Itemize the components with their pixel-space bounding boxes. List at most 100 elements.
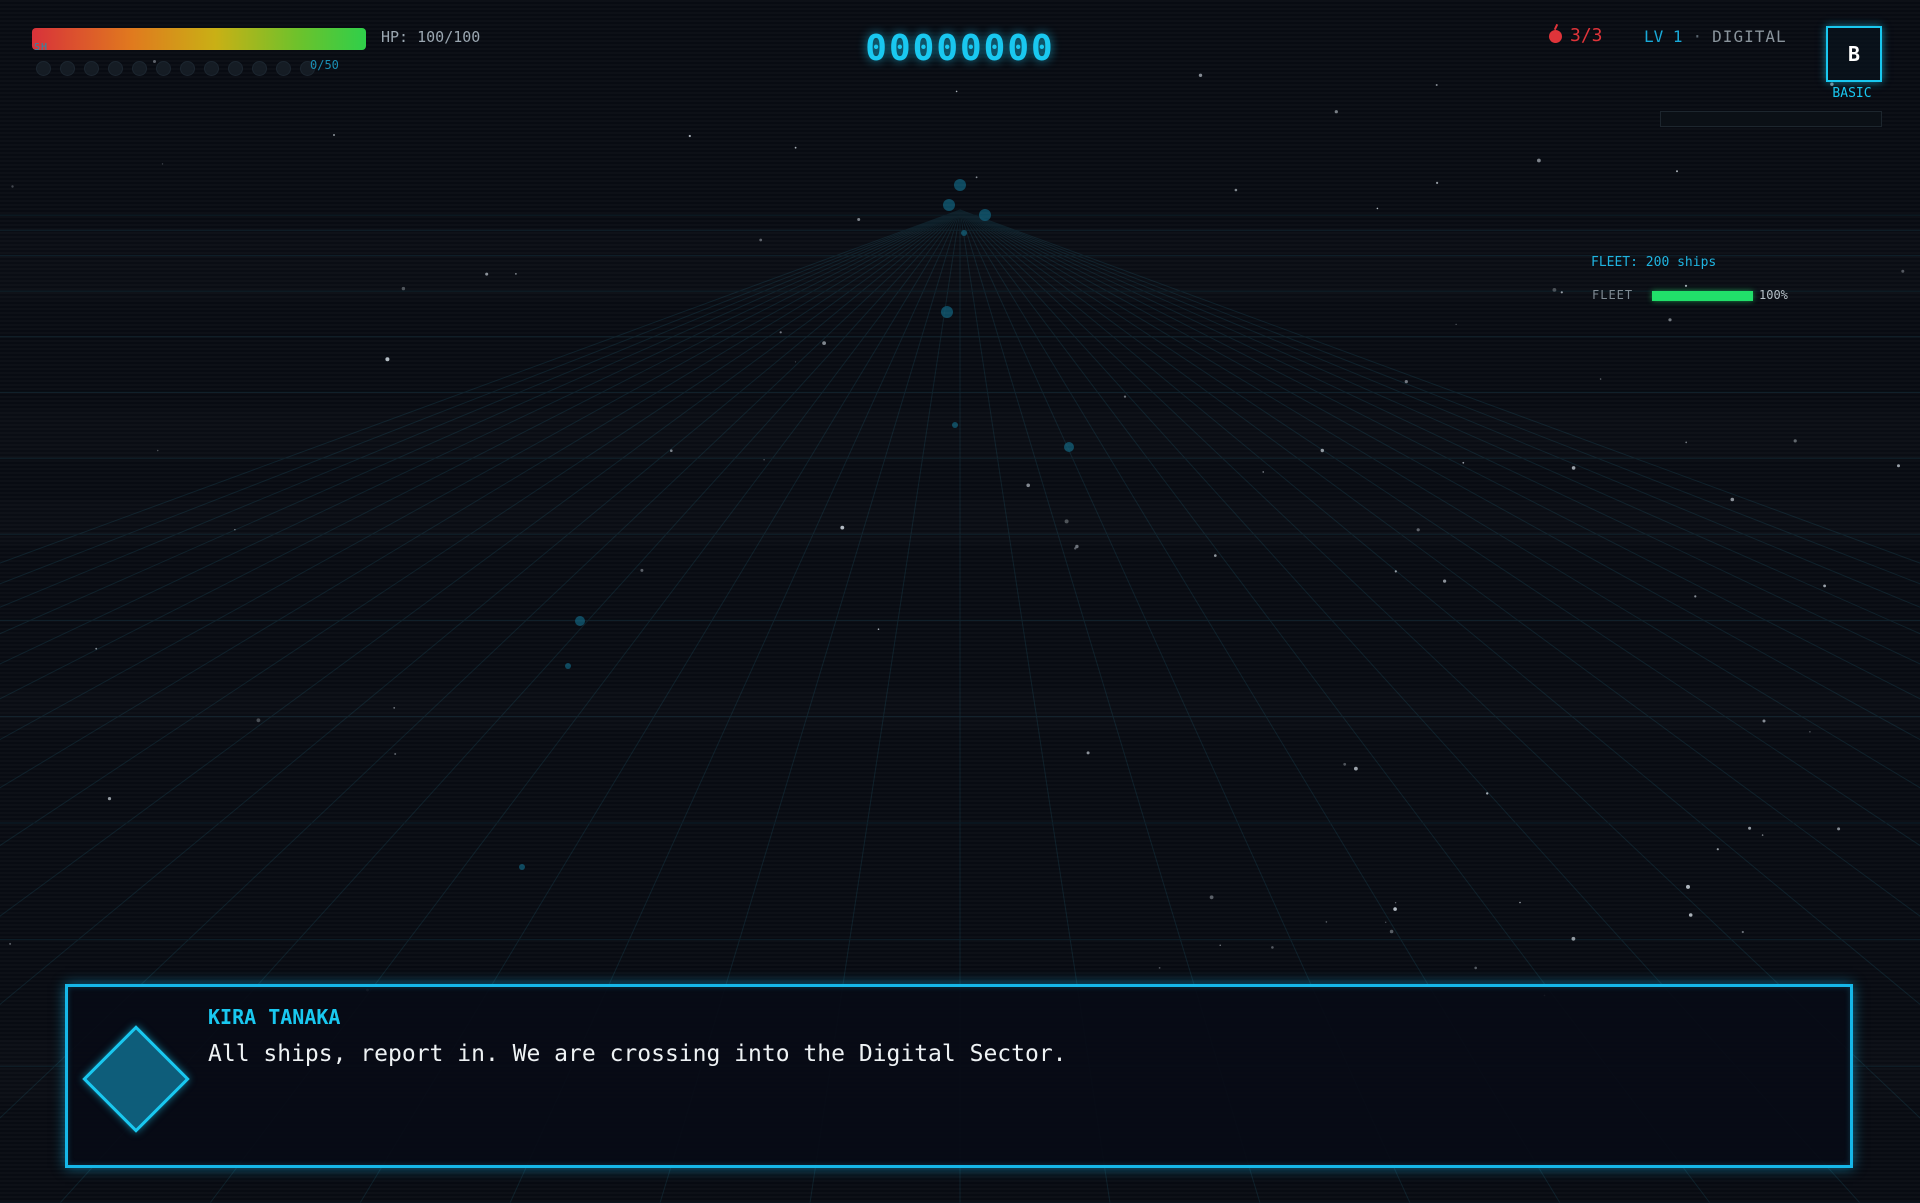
enemy-ship <box>941 306 953 318</box>
star <box>1668 318 1672 322</box>
star <box>107 797 112 801</box>
star <box>1214 554 1217 557</box>
star <box>763 459 765 461</box>
star <box>1385 921 1387 923</box>
star <box>161 163 164 165</box>
star <box>1560 291 1563 294</box>
star <box>1571 466 1576 470</box>
speaker-name: KIRA TANAKA <box>208 1005 341 1029</box>
star <box>877 628 880 630</box>
star <box>1209 895 1214 900</box>
star <box>234 529 236 531</box>
star <box>759 238 763 242</box>
enemy-ship <box>954 179 966 191</box>
bomb-icon <box>1549 30 1562 43</box>
star <box>1334 110 1338 114</box>
score-counter: 00000000 <box>865 28 1055 69</box>
star <box>394 753 397 755</box>
star <box>1519 901 1521 904</box>
star <box>1688 913 1693 917</box>
star <box>385 357 390 362</box>
star <box>1123 395 1127 398</box>
star <box>1809 731 1811 733</box>
fleet-count: FLEET: 200 ships <box>1591 255 1717 270</box>
star <box>1685 441 1688 444</box>
star <box>1455 323 1457 325</box>
level-label: LV 1 <box>1644 27 1683 46</box>
star <box>333 134 335 136</box>
sector-label: DIGITAL <box>1712 27 1787 46</box>
star <box>1901 269 1905 273</box>
enemy-ship <box>961 230 967 236</box>
star <box>1435 84 1438 86</box>
dialogue-box[interactable]: KIRA TANAKA All ships, report in. We are… <box>65 984 1853 1168</box>
star <box>1684 284 1688 287</box>
star <box>1343 762 1347 766</box>
star <box>256 718 261 723</box>
star <box>1716 848 1719 851</box>
star <box>1075 544 1079 549</box>
diamond-portrait-icon <box>82 1025 190 1133</box>
star <box>1219 944 1221 946</box>
star <box>515 273 517 275</box>
star <box>1474 966 1477 970</box>
dialogue-text: All ships, report in. We are crossing in… <box>208 1041 1067 1067</box>
star <box>1694 595 1697 598</box>
lives-indicator: 3/3 <box>1549 25 1603 46</box>
fleet-bar-fill <box>1652 291 1753 301</box>
fleet-bar-label: FLEET <box>1592 288 1634 302</box>
star <box>1262 471 1264 473</box>
star <box>1676 170 1678 173</box>
star <box>857 218 861 221</box>
star <box>1376 207 1379 210</box>
star <box>1320 448 1325 453</box>
enemy-ship <box>943 199 955 211</box>
star <box>1198 73 1203 78</box>
star <box>1389 929 1394 934</box>
star <box>1897 464 1900 468</box>
star <box>794 146 797 149</box>
star <box>640 568 644 572</box>
star <box>1686 884 1690 889</box>
fleet-percent: 100% <box>1759 288 1788 302</box>
star <box>9 942 12 945</box>
star <box>401 286 406 291</box>
star <box>1599 378 1602 380</box>
star <box>1761 834 1764 836</box>
enemy-ship <box>952 422 958 428</box>
star <box>1325 921 1328 923</box>
star <box>1537 158 1541 163</box>
fleet-bar <box>1652 291 1753 301</box>
star <box>1486 792 1489 795</box>
star <box>1234 188 1238 192</box>
enemy-ship <box>575 616 585 626</box>
star <box>975 176 978 179</box>
enemy-ship <box>519 864 525 870</box>
star <box>1762 719 1766 723</box>
enemy-ship <box>565 663 571 669</box>
star <box>670 449 673 453</box>
weapon-charge-bar <box>1660 111 1882 127</box>
star <box>1837 827 1841 831</box>
star <box>393 707 396 709</box>
star <box>794 361 797 363</box>
star <box>822 341 826 345</box>
star <box>1394 570 1397 573</box>
star <box>955 90 958 93</box>
star <box>1086 751 1090 755</box>
star <box>779 331 782 334</box>
weapon-name: BASIC <box>1832 86 1872 101</box>
star <box>1354 766 1358 771</box>
lives-count: 3/3 <box>1570 25 1603 46</box>
star <box>1462 461 1465 464</box>
star <box>1436 181 1439 184</box>
star <box>1416 528 1420 532</box>
star <box>11 185 14 188</box>
enemy-ship <box>979 209 991 221</box>
weapon-badge: B <box>1826 26 1882 82</box>
star <box>1393 907 1397 911</box>
star <box>1748 826 1752 830</box>
enemy-ship <box>1064 442 1074 452</box>
star <box>156 449 159 452</box>
star <box>1271 946 1274 949</box>
